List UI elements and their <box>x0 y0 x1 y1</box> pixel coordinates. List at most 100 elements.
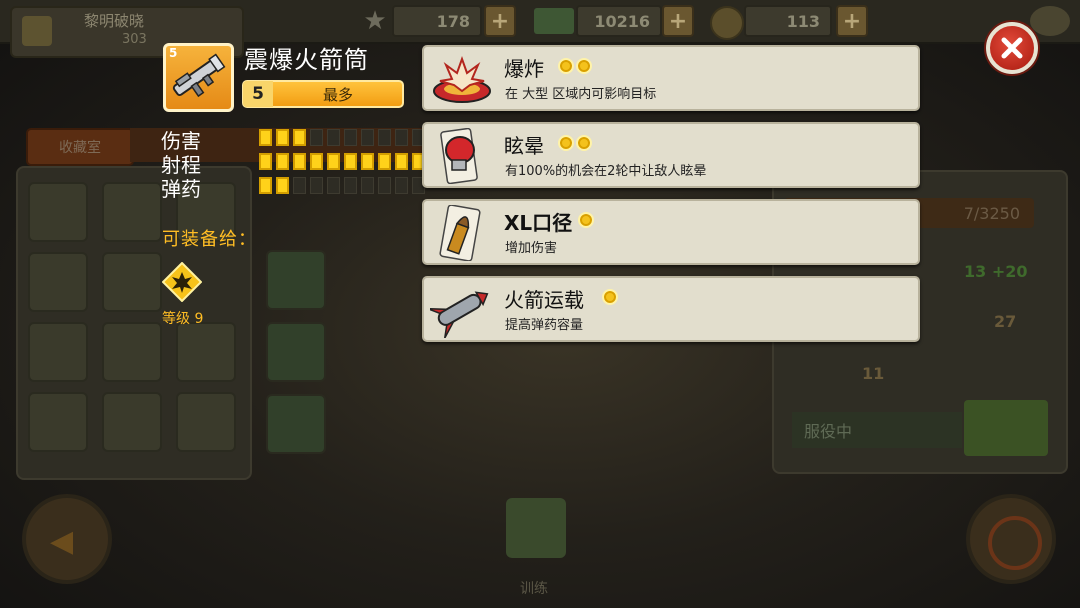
stat-pip <box>344 177 357 194</box>
stat-pip <box>259 153 272 170</box>
stat-bar-damage <box>259 129 425 146</box>
ability-name: XL口径 <box>504 211 573 235</box>
collection-slot[interactable] <box>176 392 236 452</box>
ability-description: 提高弹药容量 <box>505 318 584 333</box>
gold-coin-icon <box>602 289 618 305</box>
stat-pip <box>293 153 306 170</box>
bullet-icon <box>430 204 494 262</box>
collection-slot[interactable] <box>102 322 162 382</box>
stat-pip <box>276 129 289 146</box>
helmet-slot[interactable] <box>266 322 326 382</box>
ability-description: 在 大型 区域内可影响目标 <box>505 87 657 102</box>
tab-collection[interactable]: 收藏室 <box>26 128 134 166</box>
equip-level: 等级 9 <box>162 311 204 327</box>
stat-pip <box>378 153 391 170</box>
add-stars-button[interactable]: + <box>484 5 516 37</box>
gold-coin-icon <box>710 6 744 40</box>
stat-pip <box>395 153 408 170</box>
ability-card-xl-caliber: XL口径 增加伤害 <box>422 199 920 265</box>
collection-slot[interactable] <box>28 182 88 242</box>
service-status: 服役中 <box>792 412 962 448</box>
ability-card-rocket-load: 火箭运载 提高弹药容量 <box>422 276 920 342</box>
ability-card-explosion: 爆炸 在 大型 区域内可影响目标 <box>422 45 920 111</box>
back-arrow-icon: ◀ <box>50 524 74 559</box>
ability-name: 爆炸 <box>504 57 544 81</box>
stat-pip <box>310 129 323 146</box>
rank-icon <box>22 16 52 46</box>
weapon-icon: 5 <box>163 43 234 112</box>
train-button[interactable] <box>506 498 566 558</box>
crosshair-icon <box>988 516 1042 570</box>
cash-counter: 10216 <box>576 5 662 37</box>
deploy-button[interactable] <box>964 400 1048 456</box>
boxing-glove-icon <box>430 127 494 185</box>
close-button[interactable] <box>986 22 1038 74</box>
gold-coin-icon <box>578 212 594 228</box>
stat-pip <box>276 177 289 194</box>
ability-coins <box>578 212 594 228</box>
gold-coin-icon <box>576 58 592 74</box>
stat-pip <box>327 153 340 170</box>
explosion-icon <box>430 51 494 107</box>
stat-pip <box>276 153 289 170</box>
ability-name: 火箭运载 <box>504 288 584 312</box>
battle-button[interactable] <box>966 494 1056 584</box>
cash-stack-icon <box>534 8 574 34</box>
collection-slot[interactable] <box>28 322 88 382</box>
heart-slot[interactable] <box>266 250 326 310</box>
stat-pip <box>344 153 357 170</box>
weapon-name: 震爆火箭筒 <box>244 46 369 74</box>
add-cash-button[interactable]: + <box>662 5 694 37</box>
collection-slot[interactable] <box>28 392 88 452</box>
collection-slot[interactable] <box>102 182 162 242</box>
grenadier-class-icon[interactable] <box>161 261 203 303</box>
rocket-launcher-icon <box>172 53 226 98</box>
stat-pip <box>361 177 374 194</box>
ability-description: 增加伤害 <box>505 241 558 256</box>
stat-pip <box>361 153 374 170</box>
gold-coin-icon <box>576 135 592 151</box>
stat-pip <box>327 129 340 146</box>
ability-name: 眩晕 <box>504 134 544 158</box>
stat-pip <box>395 129 408 146</box>
add-gold-button[interactable]: + <box>836 5 868 37</box>
weapon-level-status: 最多 <box>322 85 353 104</box>
stat-bar-range <box>259 153 425 170</box>
collection-slot[interactable] <box>176 322 236 382</box>
stat-pip <box>395 177 408 194</box>
star-badge-icon: ★ <box>363 6 387 36</box>
ability-description: 有100%的机会在2轮中让敌人眩晕 <box>505 164 707 179</box>
gold-coin-icon <box>558 135 574 151</box>
collection-panel <box>16 166 252 480</box>
stat-pip <box>378 129 391 146</box>
stat-pip <box>378 177 391 194</box>
armor-value: 13 +20 <box>964 262 1028 281</box>
stat-pip <box>293 129 306 146</box>
medkit-slot[interactable] <box>266 394 326 454</box>
stat-pip <box>310 177 323 194</box>
rocket-icon <box>427 282 494 339</box>
close-icon <box>1001 37 1023 59</box>
stat-pip <box>259 177 272 194</box>
ammo-value: 11 <box>862 364 885 383</box>
player-name: 黎明破晓 <box>84 12 145 30</box>
stars-counter: 178 <box>392 5 482 37</box>
collection-slot[interactable] <box>28 252 88 312</box>
stat-pip <box>310 153 323 170</box>
stat-pip <box>327 177 340 194</box>
settings-gear-icon[interactable] <box>1030 6 1070 36</box>
can-equip-label: 可装备给： <box>162 229 257 250</box>
stat-pip <box>361 129 374 146</box>
back-button[interactable]: ◀ <box>22 494 112 584</box>
player-level: 303 <box>122 32 147 47</box>
stat-pip <box>259 129 272 146</box>
gold-coin-icon <box>558 58 574 74</box>
train-label: 训练 <box>520 581 548 597</box>
ability-coins <box>558 58 592 74</box>
ability-coins <box>558 135 592 151</box>
ability-coins <box>602 289 618 305</box>
damage-value: 27 <box>994 312 1017 331</box>
collection-slot[interactable] <box>102 392 162 452</box>
collection-slot[interactable] <box>102 252 162 312</box>
stat-pip <box>293 177 306 194</box>
